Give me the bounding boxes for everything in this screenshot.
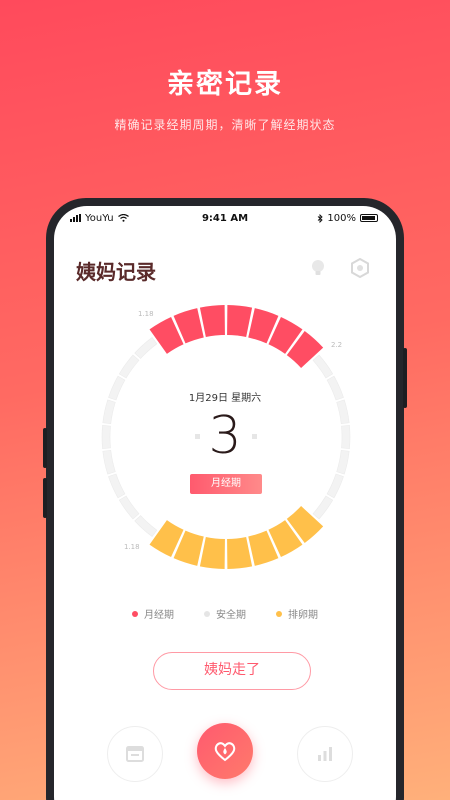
- signal-icon: [70, 214, 81, 222]
- heart-drop-icon: [214, 742, 236, 762]
- period-dot-icon: [132, 610, 138, 617]
- battery-percent: 100%: [327, 212, 356, 224]
- period-end-label: 2.2: [331, 341, 343, 349]
- legend-period-label: 月经期: [144, 610, 174, 621]
- promo-headline: 亲密记录: [167, 69, 283, 100]
- day-next-marker[interactable]: [252, 434, 257, 439]
- current-date: 1月29日 星期六: [188, 393, 262, 404]
- volume-button: [43, 428, 47, 468]
- cycle-segment: [312, 495, 334, 520]
- cycle-day-number: 3: [208, 406, 242, 466]
- lightbulb-icon[interactable]: [308, 258, 328, 278]
- phase-badge: 月经期: [190, 474, 262, 494]
- legend-ovulation-label: 排卵期: [288, 610, 318, 621]
- bar-chart-icon: [318, 747, 332, 761]
- ovulation-label: 1.18: [124, 543, 140, 551]
- ovulation-dot-icon: [276, 610, 282, 617]
- power-button: [403, 348, 407, 408]
- cycle-segment: [227, 536, 253, 569]
- wifi-icon: [117, 214, 129, 222]
- nav-record[interactable]: [197, 723, 253, 779]
- calendar-icon: [126, 746, 144, 762]
- cycle-segment: [326, 473, 344, 499]
- safe-dot-icon: [204, 610, 210, 617]
- period-start-label: 1.18: [138, 310, 154, 318]
- cycle-segment: [312, 354, 334, 379]
- cycle-segment: [108, 473, 126, 499]
- phone-screen: YouYu 9:41 AM 100% 姨妈记录 1.18 2.2 1.18 1月…: [54, 206, 396, 800]
- current-day-pointer-icon: [220, 335, 239, 348]
- legend-safe: 安全期: [204, 606, 246, 621]
- nav-stats[interactable]: [297, 726, 353, 782]
- period-ended-button[interactable]: 姨妈走了: [153, 652, 311, 690]
- legend-safe-label: 安全期: [216, 610, 246, 621]
- status-bar: YouYu 9:41 AM 100%: [54, 206, 396, 230]
- battery-icon: [360, 214, 378, 222]
- settings-icon[interactable]: [350, 258, 370, 278]
- legend-period: 月经期: [132, 606, 174, 621]
- cycle-segment: [199, 536, 225, 569]
- cycle-segment: [199, 305, 225, 338]
- status-right: 100%: [317, 213, 378, 224]
- cycle-segment: [227, 305, 253, 338]
- promo-subline: 精确记录经期周期，清晰了解经期状态: [114, 118, 336, 132]
- status-left: YouYu: [70, 213, 129, 224]
- cycle-segment: [134, 515, 158, 537]
- nav-calendar[interactable]: [107, 726, 163, 782]
- cycle-segment: [118, 495, 140, 520]
- legend-ovulation: 排卵期: [276, 606, 318, 621]
- app-title: 姨妈记录: [76, 260, 156, 284]
- phone-frame: YouYu 9:41 AM 100% 姨妈记录 1.18 2.2 1.18 1月…: [43, 198, 407, 800]
- cycle-segment: [134, 337, 158, 359]
- legend: 月经期 安全期 排卵期: [54, 606, 396, 621]
- bluetooth-icon: [318, 213, 324, 223]
- cycle-segment: [118, 354, 140, 379]
- volume-button: [43, 478, 47, 518]
- carrier-name: YouYu: [85, 212, 114, 224]
